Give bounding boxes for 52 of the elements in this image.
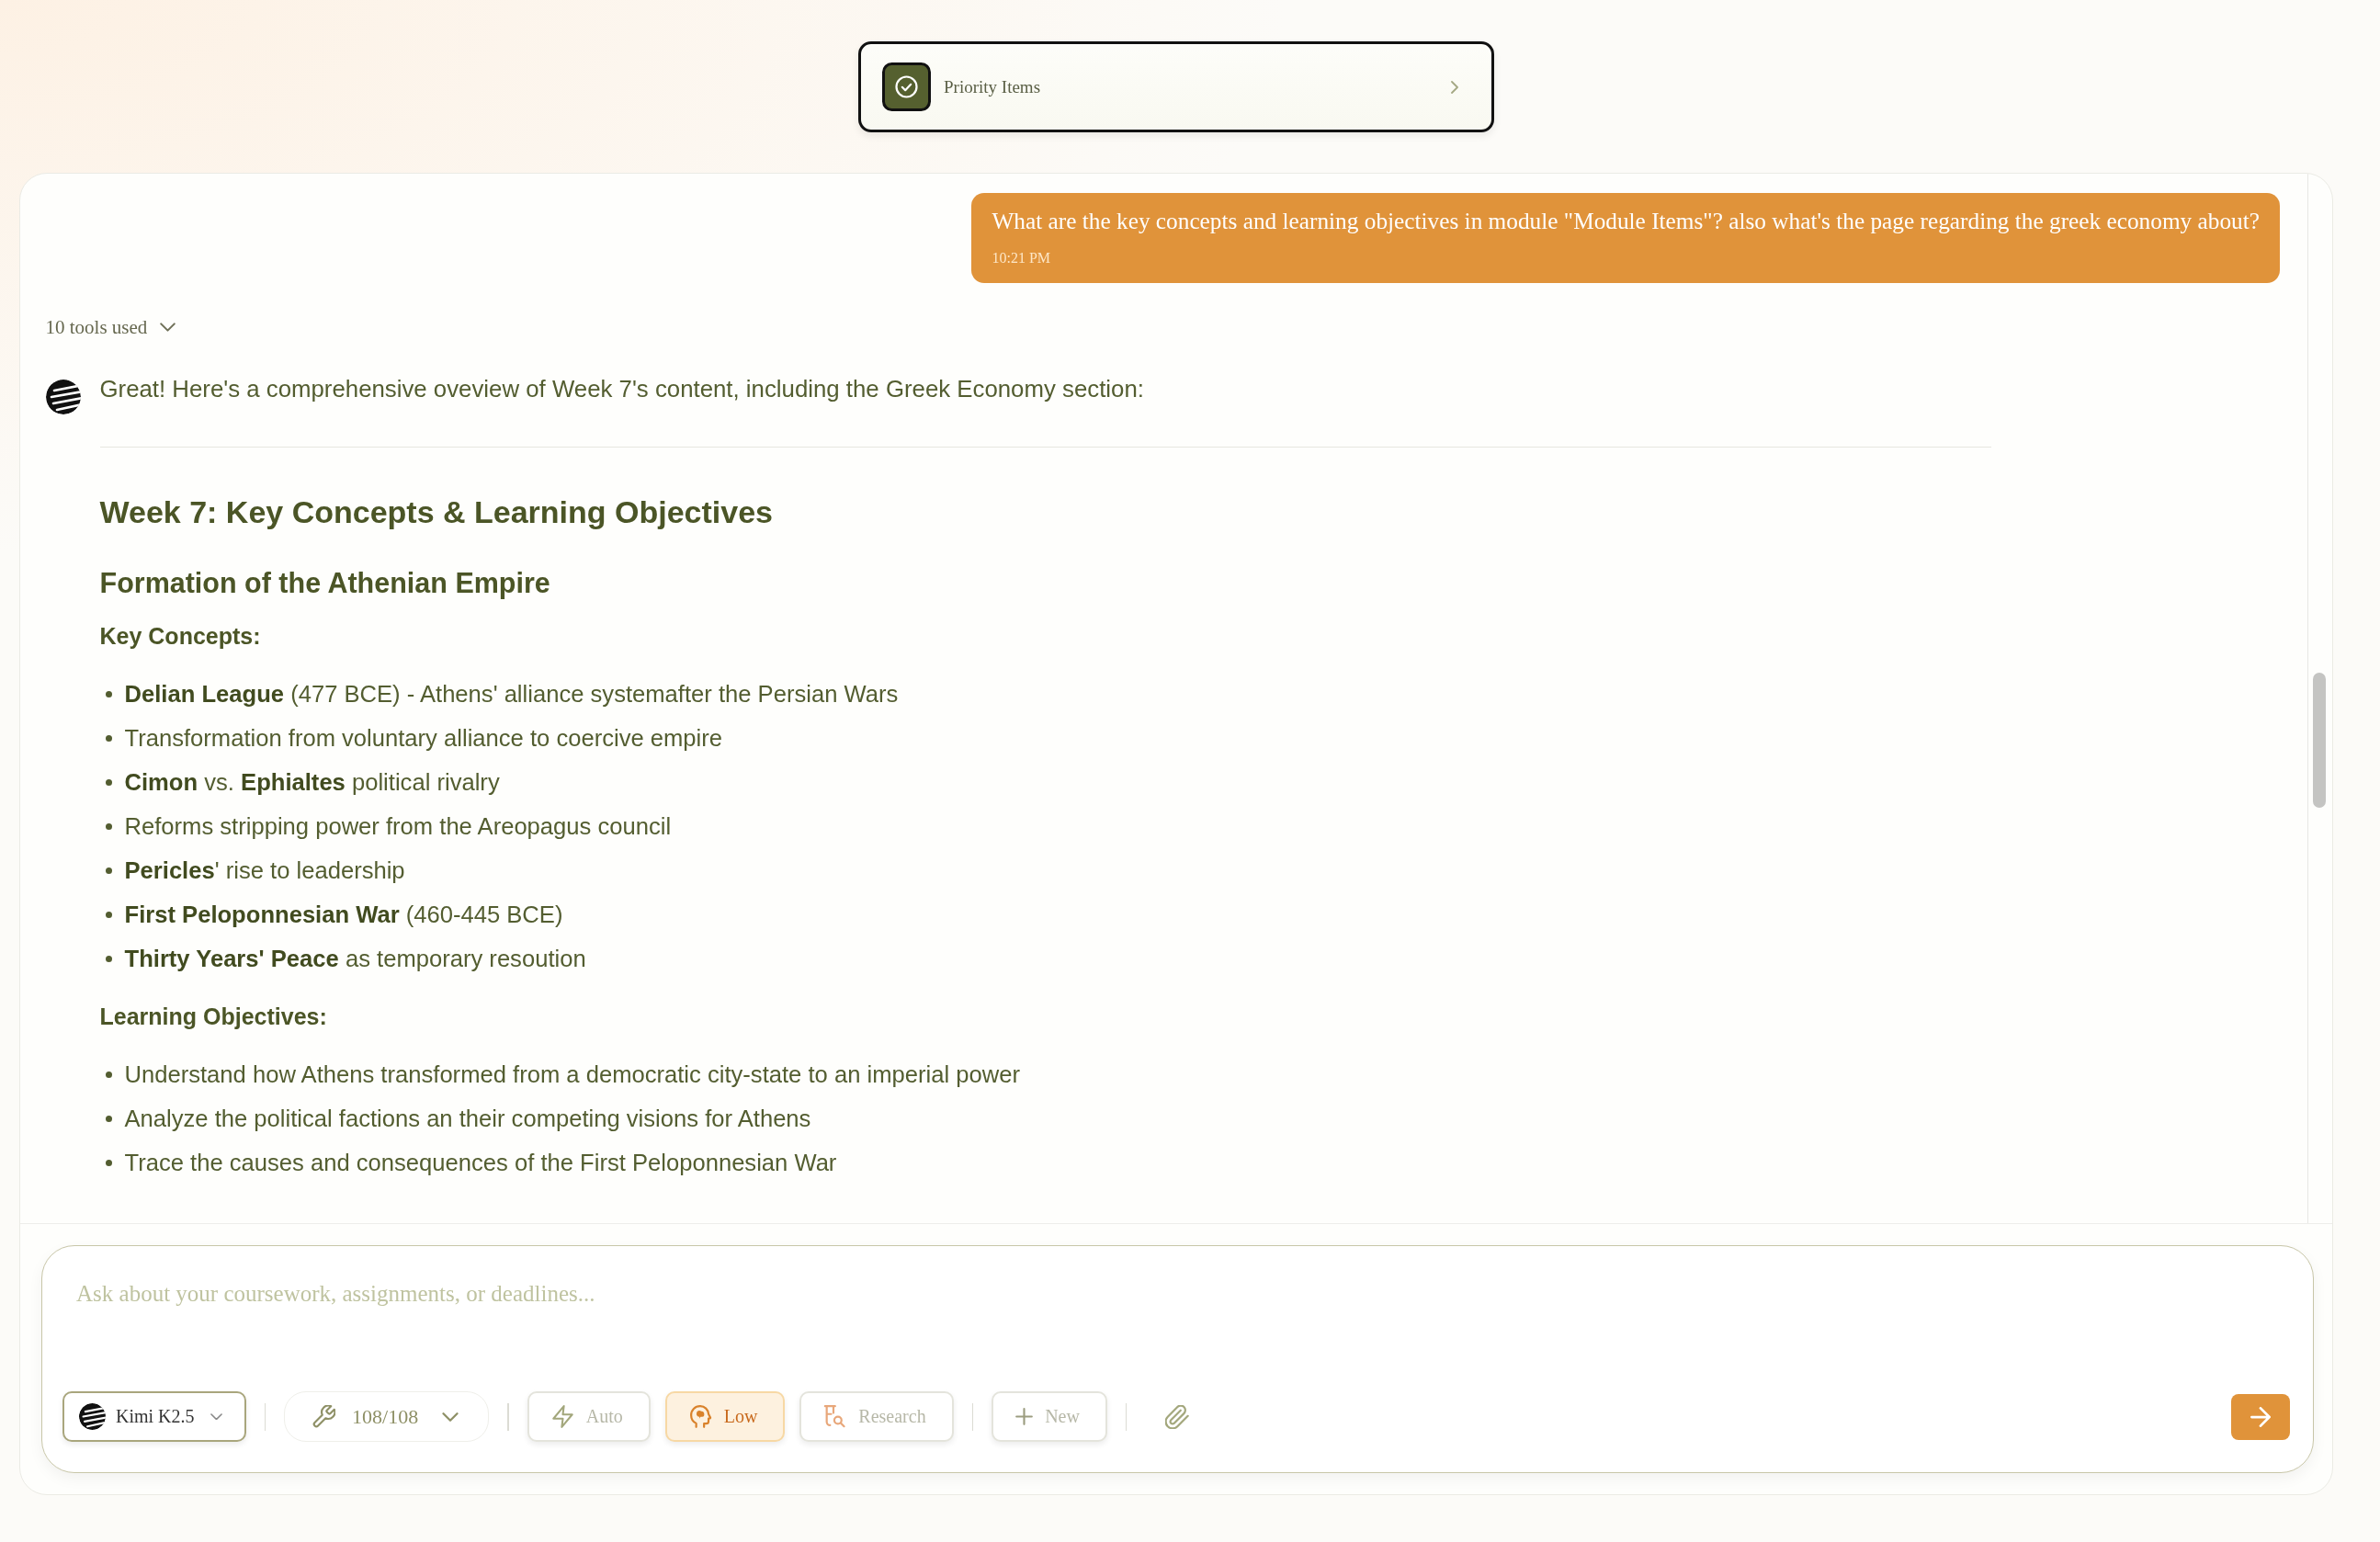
- arrow-right-icon: [2250, 1406, 2271, 1427]
- tools-selector[interactable]: 108/108: [284, 1391, 490, 1442]
- striped-circle-icon: [79, 1403, 106, 1430]
- list-item-text: Delian League (477 BCE) - Athens' alliance systemafter the Persian Wars: [124, 680, 899, 709]
- list-item-text: Trace the causes and consequences of the First Peloponnesian War: [124, 1149, 837, 1178]
- plus-icon: [1015, 1408, 1034, 1425]
- bullet-icon: [105, 1071, 112, 1079]
- bullet-icon: [105, 956, 112, 963]
- paperclip-icon: [1165, 1404, 1190, 1429]
- section-heading: Week 7: Key Concepts & Learning Objectives: [99, 493, 774, 531]
- list-heading: Learning Objectives:: [99, 1002, 328, 1031]
- mode-toggle[interactable]: Low: [664, 1391, 786, 1442]
- send-button[interactable]: [2231, 1393, 2290, 1440]
- list-item-text: Understand how Athens transformed from a democratic city-state to an imperial power: [124, 1060, 1020, 1090]
- bullet-icon: [105, 1116, 112, 1123]
- caret-icon: [210, 1412, 222, 1421]
- list-item-text: Reforms stripping power from the Areopagus council: [124, 812, 672, 842]
- attach-button[interactable]: [1163, 1402, 1192, 1431]
- head-profile-icon: [688, 1405, 712, 1428]
- caret-icon: [442, 1412, 459, 1422]
- list-heading: Key Concepts:: [99, 621, 262, 651]
- list-item-text: Pericles' rise to leadership: [124, 856, 405, 886]
- list-item-text: First Peloponnesian War (460-445 BCE): [124, 901, 563, 930]
- scrollbar-thumb[interactable]: [2313, 673, 2326, 808]
- message-time: 10:21 PM: [992, 248, 1051, 267]
- bullet-icon: [105, 779, 112, 787]
- list-item-text: Cimon vs. Ephialtes political rivalry: [124, 768, 500, 798]
- message-input[interactable]: Ask about your coursework, assignments, or deadlines...: [62, 1277, 2290, 1373]
- bullet-icon: [105, 1160, 112, 1167]
- tools-used-toggle[interactable]: 10 tools used: [45, 313, 176, 342]
- lightning-icon: [550, 1405, 574, 1428]
- bullet-icon: [105, 867, 112, 875]
- mode-toggle[interactable]: Research: [799, 1391, 954, 1442]
- bullet-icon: [105, 912, 112, 919]
- chevron-right-icon: [1451, 80, 1458, 94]
- list-item-text: Thirty Years' Peace as temporary resoution: [124, 945, 586, 974]
- wrench-icon: [312, 1405, 336, 1428]
- list-item-text: Analyze the political factions an their competing visions for Athens: [124, 1105, 811, 1134]
- message-text: What are the key concepts and learning objectives in module "Module Items"? also what's the page regarding the greek economy about?: [992, 206, 2260, 235]
- priority-items-button[interactable]: Priority Items: [858, 41, 1494, 132]
- message-composer[interactable]: Ask about your coursework, assignments, or deadlines... Kimi K2.5 108/108 Auto Low Research New: [40, 1244, 2314, 1473]
- test-tube-search-icon: [823, 1405, 847, 1428]
- striped-circle-icon: [45, 380, 81, 415]
- bullet-icon: [105, 691, 112, 698]
- subsection-heading: Formation of the Athenian Empire: [99, 565, 551, 601]
- new-chat-button[interactable]: New: [992, 1391, 1107, 1442]
- list-item-text: Transformation from voluntary alliance to coercive empire: [124, 724, 723, 754]
- bullet-icon: [105, 823, 112, 831]
- model-selector[interactable]: Kimi K2.5: [62, 1391, 246, 1442]
- assistant-message-text: Great! Here's a comprehensive oveview of Week 7's content, including the Greek Economy section:: [99, 375, 1145, 404]
- bullet-icon: [105, 735, 112, 743]
- mode-toggle[interactable]: Auto: [527, 1391, 651, 1442]
